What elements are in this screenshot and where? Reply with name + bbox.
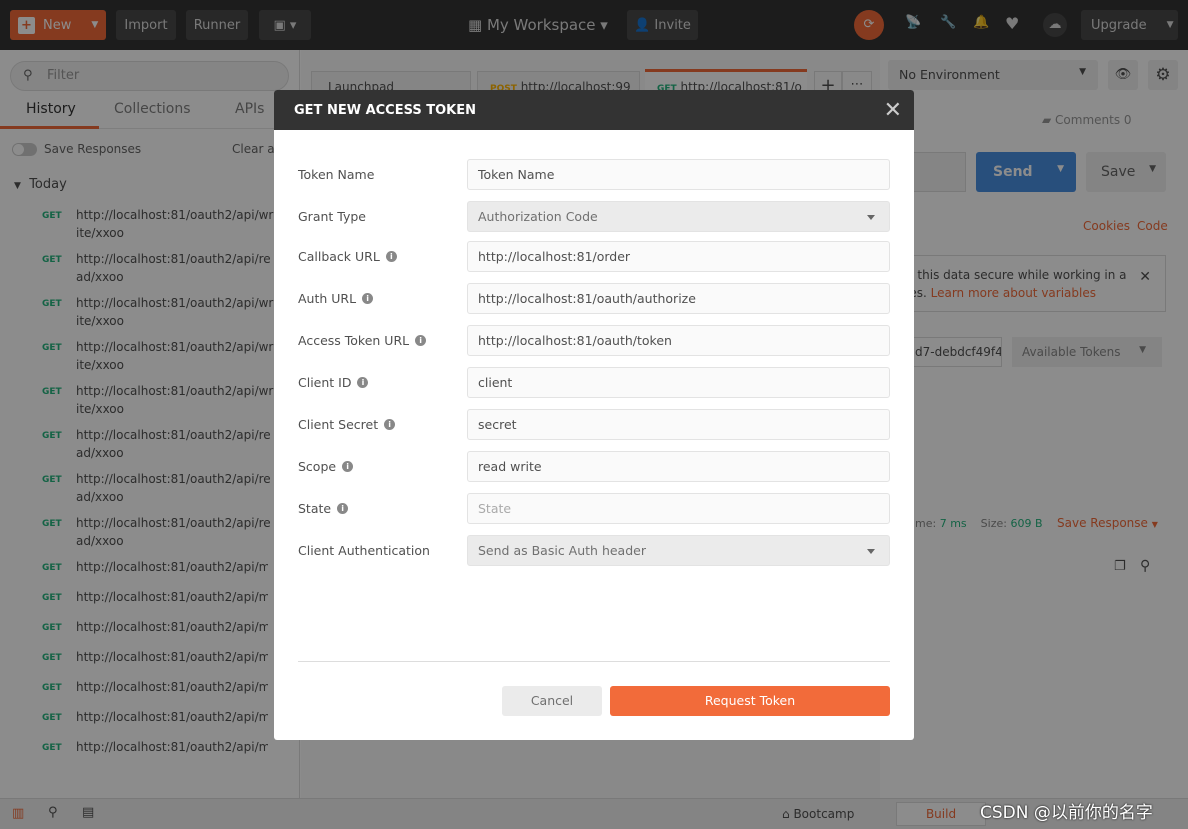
access-token-modal: GET NEW ACCESS TOKEN ✕ Token Name Token Na… — [274, 90, 914, 740]
field-label: Client ID i — [298, 375, 369, 390]
field-label: Client Secret i — [298, 417, 396, 432]
form-row: Token Name Token Name — [298, 159, 890, 191]
text-field[interactable]: http://localhost:81/order — [467, 241, 890, 272]
field-label: Client Authentication — [298, 543, 430, 558]
watermark: CSDN @以前你的名字 — [980, 803, 1153, 823]
field-label: Scope i — [298, 459, 354, 474]
text-field[interactable]: http://localhost:81/oauth/token — [467, 325, 890, 356]
form-row: Client Secret i secret — [298, 409, 890, 441]
label-text: Access Token URL — [298, 333, 410, 348]
text-field[interactable]: read write — [467, 451, 890, 482]
form-row: State i State — [298, 493, 890, 525]
form-row: Auth URL i http://localhost:81/oauth/autho… — [298, 283, 890, 315]
form-row: Grant Type Authorization Code — [298, 201, 890, 233]
info-icon[interactable]: i — [415, 335, 427, 346]
field-label: Grant Type — [298, 209, 366, 224]
select-field[interactable]: Authorization Code — [467, 201, 890, 232]
form-row: Scope i read write — [298, 451, 890, 483]
field-label: State i — [298, 501, 349, 516]
request-token-button[interactable]: Request Token — [610, 686, 890, 716]
info-icon[interactable]: i — [357, 377, 369, 388]
info-icon[interactable]: i — [385, 251, 397, 262]
label-text: Auth URL — [298, 291, 357, 306]
label-text: Token Name — [298, 167, 375, 182]
field-label: Token Name — [298, 167, 374, 182]
field-label: Auth URL i — [298, 291, 374, 306]
info-icon[interactable]: i — [384, 419, 396, 430]
text-field[interactable]: client — [467, 367, 890, 398]
label-text: Scope — [298, 459, 337, 474]
label-text: State — [298, 501, 332, 516]
modal-title: GET NEW ACCESS TOKEN — [294, 103, 477, 118]
divider — [298, 661, 890, 662]
info-icon[interactable]: i — [362, 293, 374, 304]
label-text: Client Authentication — [298, 543, 430, 558]
label-text: Client ID — [298, 375, 352, 390]
field-label: Access Token URL i — [298, 333, 427, 348]
field-label: Callback URL i — [298, 249, 397, 264]
info-icon[interactable]: i — [342, 461, 354, 472]
form-row: Callback URL i http://localhost:81/order — [298, 241, 890, 273]
close-icon[interactable]: ✕ — [884, 98, 902, 123]
text-field[interactable]: State — [467, 493, 890, 524]
modal-header: GET NEW ACCESS TOKEN ✕ — [274, 90, 914, 130]
label-text: Client Secret — [298, 417, 379, 432]
label-text: Callback URL — [298, 249, 380, 264]
label-text: Grant Type — [298, 209, 366, 224]
select-field[interactable]: Send as Basic Auth header — [467, 535, 890, 566]
info-icon[interactable]: i — [337, 503, 349, 514]
cancel-button[interactable]: Cancel — [502, 686, 602, 716]
text-field[interactable]: secret — [467, 409, 890, 440]
text-field[interactable]: http://localhost:81/oauth/authorize — [467, 283, 890, 314]
form-row: Client Authentication Send as Basic Auth … — [298, 535, 890, 567]
text-field[interactable]: Token Name — [467, 159, 890, 190]
form-row: Client ID i client — [298, 367, 890, 399]
form-row: Access Token URL i http://localhost:81/oau… — [298, 325, 890, 357]
